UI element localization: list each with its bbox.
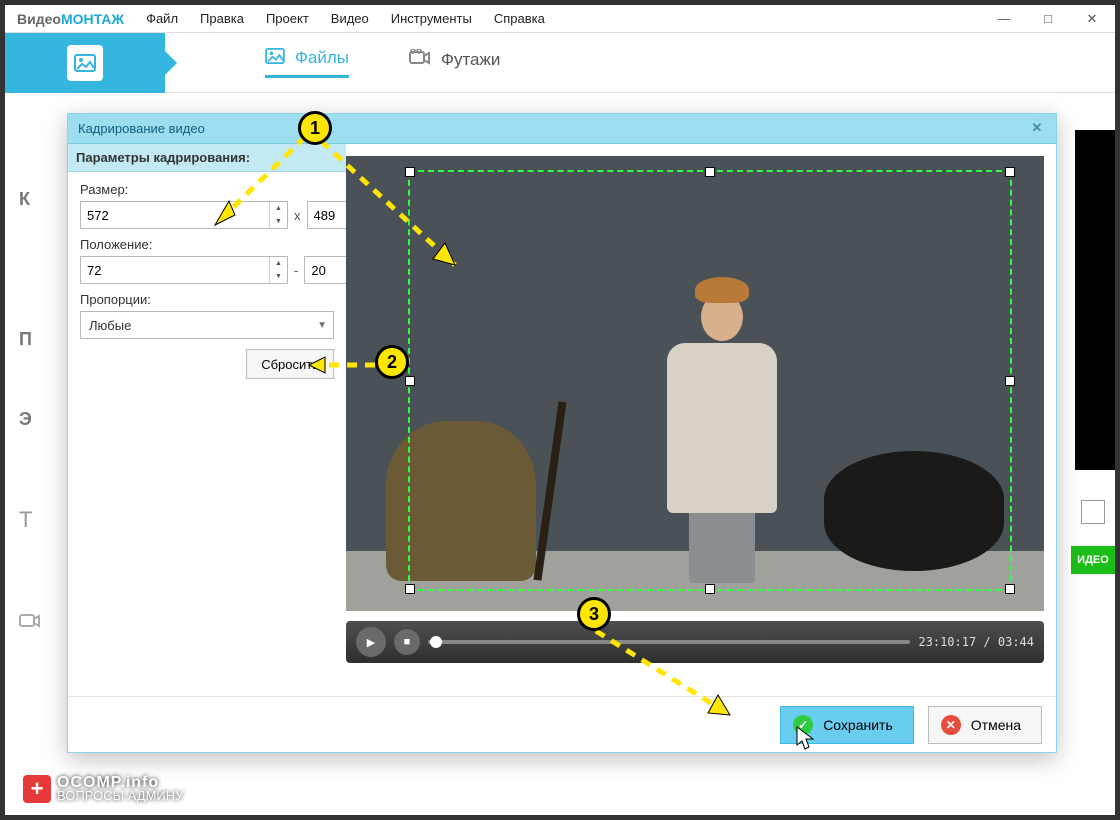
close-button[interactable]: ✕ (1081, 11, 1103, 27)
pos-x-stepper[interactable]: ▲▼ (80, 256, 288, 284)
image-icon (67, 45, 103, 81)
video-frame[interactable] (346, 156, 1044, 611)
stop-button[interactable]: ■ (394, 629, 420, 655)
plus-icon: + (23, 775, 51, 803)
min-button[interactable]: — (993, 11, 1015, 26)
menu-project[interactable]: Проект (266, 11, 309, 26)
size-label: Размер: (80, 182, 334, 197)
step-marker: 1 (298, 111, 332, 145)
aspect-select[interactable]: Любые ▼ (80, 311, 334, 339)
cursor-icon (795, 725, 815, 751)
crop-dialog: Кадрирование видео ✕ Параметры кадрирова… (67, 113, 1057, 753)
chevron-up-icon[interactable]: ▲ (270, 257, 287, 270)
chevron-up-icon[interactable]: ▲ (270, 202, 287, 215)
camera-icon (19, 612, 41, 628)
reset-button[interactable]: Сбросить (246, 349, 334, 379)
menu-help[interactable]: Справка (494, 11, 545, 26)
tab-files[interactable]: Файлы (265, 48, 349, 78)
sidebar-item[interactable]: Э (5, 380, 65, 460)
chevron-down-icon[interactable]: ▼ (270, 270, 287, 283)
seek-thumb[interactable] (430, 636, 442, 648)
seek-slider[interactable] (428, 640, 910, 644)
preview-strip (1075, 130, 1115, 470)
mini-player: ▶ ■ 23:10:17 / 03:44 (346, 621, 1044, 663)
separator: - (294, 263, 298, 278)
mode-tab-media[interactable] (5, 33, 165, 93)
chevron-down-icon[interactable]: ▼ (270, 215, 287, 228)
width-input[interactable] (81, 202, 269, 228)
menu-edit[interactable]: Правка (200, 11, 244, 26)
preview-area: ▶ ■ 23:10:17 / 03:44 (346, 144, 1056, 696)
cancel-button[interactable]: ✕ Отмена (928, 706, 1042, 744)
separator: x (294, 208, 301, 223)
menu-file[interactable]: Файл (146, 11, 178, 26)
image-icon (265, 48, 285, 69)
fullscreen-icon[interactable] (1081, 500, 1105, 524)
video-badge[interactable]: ИДЕО (1071, 546, 1115, 574)
crop-handle[interactable] (405, 376, 415, 386)
watermark: + OCOMP.info ВОПРОСЫ АДМИНУ (23, 775, 183, 803)
play-button[interactable]: ▶ (356, 627, 386, 657)
sidebar-item-camera[interactable] (5, 580, 65, 660)
step-marker: 2 (375, 345, 409, 379)
crop-settings-panel: Параметры кадрирования: Размер: ▲▼ x ▲▼ … (68, 144, 346, 696)
step-marker: 3 (577, 597, 611, 631)
tab-label: Футажи (441, 50, 500, 70)
panel-header: Параметры кадрирования: (68, 144, 346, 172)
crop-handle[interactable] (405, 584, 415, 594)
dialog-titlebar: Кадрирование видео ✕ (68, 114, 1056, 144)
max-button[interactable]: □ (1037, 11, 1059, 26)
sidebar-item[interactable]: П (5, 300, 65, 380)
dialog-title: Кадрирование видео (78, 121, 205, 136)
sidebar-item[interactable]: К (5, 100, 65, 300)
left-sidebar: К П Э T (5, 100, 65, 660)
chevron-down-icon: ▼ (317, 320, 327, 331)
watermark-sub: ВОПРОСЫ АДМИНУ (57, 788, 183, 803)
top-tabs: Файлы Футажи (5, 33, 1115, 93)
crop-rectangle[interactable] (408, 170, 1012, 591)
app-brand: ВидеоМОНТАЖ (17, 11, 124, 27)
pos-x-input[interactable] (81, 257, 269, 283)
right-strip: ИДЕО (1071, 100, 1115, 815)
position-label: Положение: (80, 237, 334, 252)
width-stepper[interactable]: ▲▼ (80, 201, 288, 229)
menu-video[interactable]: Видео (331, 11, 369, 26)
close-icon[interactable]: ✕ (1028, 120, 1046, 138)
dialog-footer: ✓ Сохранить ✕ Отмена (68, 696, 1056, 752)
camera-icon (409, 49, 431, 70)
crop-handle[interactable] (1005, 167, 1015, 177)
sidebar-item-text[interactable]: T (5, 460, 65, 580)
crop-handle[interactable] (1005, 376, 1015, 386)
tab-label: Файлы (295, 48, 349, 68)
menubar: ВидеоМОНТАЖ Файл Правка Проект Видео Инс… (5, 5, 1115, 33)
aspect-value: Любые (89, 318, 131, 333)
crop-handle[interactable] (705, 167, 715, 177)
crop-handle[interactable] (1005, 584, 1015, 594)
tab-footage[interactable]: Футажи (409, 49, 500, 76)
crop-handle[interactable] (405, 167, 415, 177)
time-display: 23:10:17 / 03:44 (918, 635, 1034, 649)
aspect-label: Пропорции: (80, 292, 334, 307)
cancel-icon: ✕ (941, 715, 961, 735)
menu-tools[interactable]: Инструменты (391, 11, 472, 26)
crop-handle[interactable] (705, 584, 715, 594)
